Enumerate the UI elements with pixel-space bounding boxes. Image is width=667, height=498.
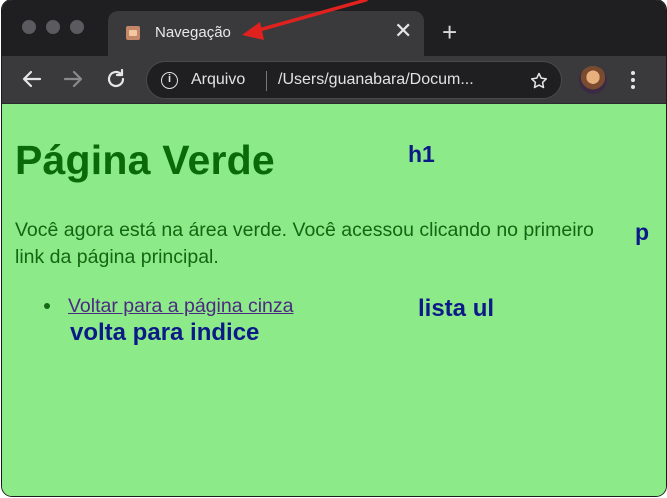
favicon-icon (126, 26, 140, 40)
list-bullet (44, 303, 50, 309)
close-window-button[interactable] (22, 20, 36, 34)
annotation-h1: h1 (408, 141, 435, 167)
tab-title: Navegação (155, 24, 231, 41)
address-divider (266, 71, 267, 91)
annotation-ul: lista ul (418, 295, 495, 322)
address-url[interactable]: /Users/guanabara/Docum... (278, 71, 530, 89)
new-tab-button[interactable]: + (442, 19, 457, 45)
browser-window: Navegação ✕ + i Arquivo /Users/guanabara… (2, 0, 666, 496)
back-to-gray-page-link[interactable]: Voltar para a página cinza (68, 295, 294, 318)
forward-arrow-icon[interactable] (61, 67, 85, 91)
address-scheme-label: Arquivo (191, 71, 246, 88)
profile-avatar[interactable] (579, 66, 607, 94)
back-arrow-icon[interactable] (20, 67, 44, 91)
browser-toolbar: i Arquivo /Users/guanabara/Docum... (2, 56, 666, 104)
reload-icon[interactable] (104, 67, 128, 91)
annotation-link: volta para indice (70, 319, 260, 346)
info-icon[interactable]: i (161, 72, 178, 89)
tab-close-icon[interactable]: ✕ (394, 20, 412, 42)
maximize-window-button[interactable] (70, 20, 84, 34)
minimize-window-button[interactable] (46, 20, 60, 34)
page-paragraph: Você agora está na área verde. Você aces… (15, 219, 594, 268)
address-bar[interactable]: i Arquivo /Users/guanabara/Docum... (146, 61, 562, 99)
red-arrow-annotation (242, 0, 368, 40)
menu-kebab-icon[interactable] (628, 68, 638, 92)
page-content: Página Verde Você agora está na área ver… (2, 105, 666, 496)
annotation-p: p (635, 219, 650, 245)
bookmark-star-icon[interactable] (529, 71, 549, 91)
page-heading: Página Verde (15, 137, 275, 183)
